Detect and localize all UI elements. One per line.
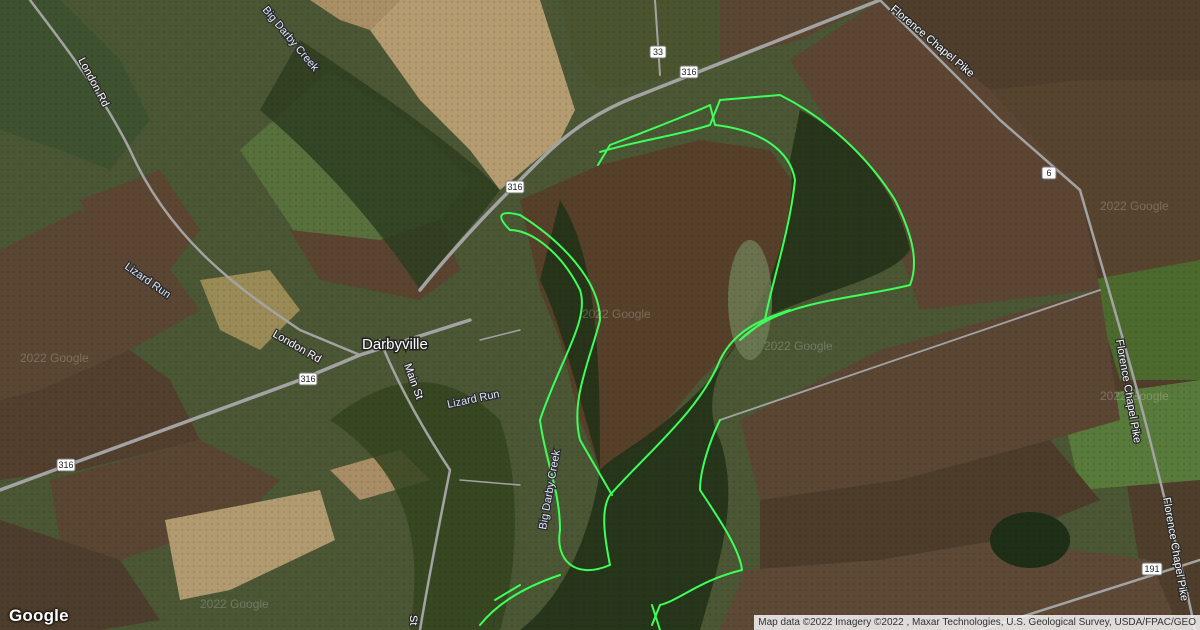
google-logo: Google: [9, 606, 69, 625]
route-shield-316-d: 316: [56, 458, 76, 472]
map-canvas[interactable]: 2022 Google 2022 Google 2022 Google 2022…: [0, 0, 1200, 630]
route-shield-316-b: 316: [505, 180, 525, 194]
road-label-st: St: [407, 615, 419, 625]
map-attribution[interactable]: Map data ©2022 Imagery ©2022 , Maxar Tec…: [754, 615, 1200, 630]
route-shield-label: 33: [653, 47, 663, 57]
route-shield-label: 316: [300, 374, 315, 384]
route-shield-316-a: 316: [679, 65, 699, 79]
route-shield-label: 6: [1046, 168, 1051, 178]
watermark-5: 2022 Google: [200, 597, 269, 611]
route-shield-6: 6: [1041, 166, 1057, 180]
watermark-4: 2022 Google: [20, 351, 89, 365]
route-shield-33: 33: [649, 45, 667, 59]
route-shield-316-c: 316: [298, 372, 318, 386]
watermark-2: 2022 Google: [764, 339, 833, 353]
watermark-3: 2022 Google: [1100, 199, 1169, 213]
satellite-map[interactable]: 2022 Google 2022 Google 2022 Google 2022…: [0, 0, 1200, 630]
route-shield-label: 316: [507, 182, 522, 192]
route-shield-label: 191: [1144, 564, 1159, 574]
watermark-1: 2022 Google: [582, 307, 651, 321]
route-shield-label: 316: [681, 67, 696, 77]
place-label-darbyville[interactable]: Darbyville: [361, 335, 430, 355]
route-shield-191: 191: [1141, 562, 1163, 576]
route-shield-label: 316: [58, 460, 73, 470]
